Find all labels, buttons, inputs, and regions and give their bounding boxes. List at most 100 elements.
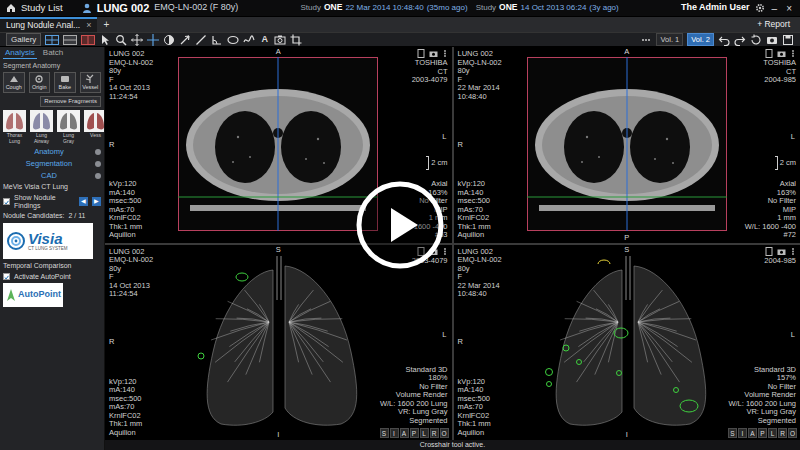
orientation-key[interactable]: P bbox=[758, 428, 767, 438]
layout-grid-icon[interactable] bbox=[45, 35, 59, 45]
text-annotation-tool[interactable]: A bbox=[259, 35, 270, 45]
segment-tool-button[interactable]: Cough bbox=[3, 72, 25, 93]
pan-icon[interactable] bbox=[131, 34, 143, 46]
workflow-tab[interactable]: Lung Nodule Anal...× bbox=[0, 17, 97, 32]
crosshair-icon[interactable] bbox=[147, 34, 159, 46]
gallery-button[interactable]: Gallery bbox=[6, 33, 41, 46]
study-list-link[interactable]: Study List bbox=[21, 3, 63, 13]
sidebar-tab[interactable]: Batch bbox=[41, 49, 65, 59]
remove-fragments-button[interactable]: Remove Fragments bbox=[40, 96, 101, 107]
document-icon[interactable] bbox=[765, 49, 773, 58]
panel-header[interactable]: Anatomy bbox=[3, 147, 101, 156]
orientation-key[interactable]: I bbox=[390, 428, 399, 438]
autopoint-label[interactable]: Activate AutoPoint bbox=[14, 273, 71, 281]
more-icon[interactable] bbox=[442, 49, 448, 58]
panel-header[interactable]: Segmentation bbox=[3, 159, 101, 168]
orientation-key[interactable]: L bbox=[768, 428, 777, 438]
close-button[interactable]: × bbox=[784, 3, 794, 14]
overlay-line: EMQ-LN-002 bbox=[109, 59, 153, 68]
show-findings-label[interactable]: Show Nodule Findings bbox=[14, 194, 75, 209]
orientation-key[interactable]: S bbox=[728, 428, 737, 438]
crop-icon[interactable] bbox=[290, 34, 302, 46]
orientation-key[interactable]: A bbox=[400, 428, 409, 438]
viewport[interactable]: LUNG 002EMQ-LN-00280yF22 Mar 201410:48:4… bbox=[454, 47, 800, 243]
more-icon[interactable] bbox=[442, 247, 448, 256]
snapshot-icon[interactable] bbox=[274, 34, 286, 46]
segment-tool-button[interactable]: Vessel bbox=[80, 72, 102, 93]
play-icon[interactable] bbox=[356, 181, 444, 269]
study-tab[interactable]: StudyONE14 Oct 2013 06:24(3y ago) bbox=[476, 3, 619, 13]
more-icon[interactable] bbox=[790, 247, 796, 256]
show-findings-checkbox[interactable] bbox=[3, 198, 10, 205]
redo-icon[interactable] bbox=[734, 34, 746, 46]
expand-icon[interactable] bbox=[95, 161, 101, 167]
preset-item[interactable]: Vess bbox=[84, 110, 105, 144]
gear-icon[interactable] bbox=[755, 3, 765, 13]
arrow-icon[interactable] bbox=[179, 34, 191, 46]
report-button[interactable]: + Report bbox=[757, 20, 796, 29]
volume-button[interactable]: Vol. 2 bbox=[687, 33, 714, 46]
previous-button[interactable]: ◀ bbox=[79, 197, 88, 206]
zoom-icon[interactable] bbox=[115, 34, 127, 46]
preset-item[interactable]: Lung Airway bbox=[30, 110, 53, 144]
user-name[interactable]: The Admin User bbox=[681, 3, 750, 13]
scan-image[interactable] bbox=[185, 256, 371, 428]
expand-icon[interactable] bbox=[95, 173, 101, 179]
window-level-icon[interactable] bbox=[163, 34, 175, 46]
tab-close-button[interactable]: × bbox=[86, 21, 91, 31]
preset-item[interactable]: Lung Gray bbox=[57, 110, 80, 144]
minimize-button[interactable]: – bbox=[770, 3, 780, 14]
study-tab[interactable]: StudyONE22 Mar 2014 10:48:40(35mo ago) bbox=[301, 3, 468, 13]
orientation-key[interactable]: R bbox=[430, 428, 439, 438]
preset-list: Thorax LungLung AirwayLung GrayVess bbox=[3, 110, 101, 144]
orientation-key[interactable]: P bbox=[410, 428, 419, 438]
sidebar-tab[interactable]: Analysis bbox=[3, 49, 37, 59]
segment-tool-button[interactable]: Bake bbox=[54, 72, 76, 93]
play-button[interactable] bbox=[356, 181, 444, 269]
scale-bar: 2 cm bbox=[426, 156, 447, 170]
scan-image[interactable] bbox=[527, 57, 727, 231]
segment-tool-button[interactable]: Origin bbox=[29, 72, 51, 93]
camera-icon[interactable] bbox=[777, 247, 786, 256]
expand-icon[interactable] bbox=[95, 149, 101, 155]
pointer-icon[interactable] bbox=[99, 34, 111, 46]
top-left-overlay: LUNG 002EMQ-LN-00280yF22 Mar 201410:48:4… bbox=[458, 50, 502, 101]
home-icon[interactable] bbox=[6, 3, 16, 13]
layout-rows-icon[interactable] bbox=[63, 35, 77, 45]
camera-icon[interactable] bbox=[429, 49, 438, 58]
scale-label: 2 cm bbox=[780, 159, 796, 167]
angle-icon[interactable] bbox=[211, 34, 223, 46]
document-icon[interactable] bbox=[765, 247, 773, 256]
camera-icon[interactable] bbox=[777, 49, 786, 58]
options-icon[interactable] bbox=[640, 34, 652, 46]
orientation-key[interactable]: O bbox=[440, 428, 449, 438]
overlay-line: VR: Lung Gray bbox=[728, 408, 796, 417]
undo-icon[interactable] bbox=[718, 34, 730, 46]
save-icon[interactable] bbox=[782, 34, 794, 46]
autopoint-checkbox[interactable] bbox=[3, 273, 10, 280]
ellipse-icon[interactable] bbox=[227, 34, 239, 46]
panel-header[interactable]: CAD bbox=[3, 171, 101, 180]
orientation-key[interactable]: L bbox=[420, 428, 429, 438]
viewport[interactable]: LUNG 002EMQ-LN-00280yF14 Oct 201311:24:5… bbox=[105, 245, 452, 441]
volume-button[interactable]: Vol. 1 bbox=[656, 33, 683, 46]
reset-icon[interactable] bbox=[750, 34, 762, 46]
orientation-key[interactable]: R bbox=[778, 428, 787, 438]
orientation-key[interactable]: S bbox=[380, 428, 389, 438]
next-button[interactable]: ▶ bbox=[92, 197, 101, 206]
preset-item[interactable]: Thorax Lung bbox=[3, 110, 26, 144]
top-right-overlay: 2004-985 bbox=[764, 247, 796, 266]
orientation-key[interactable]: I bbox=[738, 428, 747, 438]
scan-image[interactable] bbox=[534, 256, 720, 428]
freehand-icon[interactable] bbox=[243, 34, 255, 46]
orientation-key[interactable]: A bbox=[748, 428, 757, 438]
camera-icon[interactable] bbox=[766, 34, 778, 46]
more-icon[interactable] bbox=[790, 49, 796, 58]
line-icon[interactable] bbox=[195, 34, 207, 46]
orientation-key[interactable]: O bbox=[788, 428, 797, 438]
scan-image[interactable] bbox=[178, 57, 378, 231]
viewport[interactable]: LUNG 002EMQ-LN-00280yF22 Mar 201410:48:4… bbox=[454, 245, 800, 441]
add-tab-button[interactable]: + bbox=[103, 19, 109, 30]
layout-red-icon[interactable] bbox=[81, 35, 95, 45]
document-icon[interactable] bbox=[417, 49, 425, 58]
